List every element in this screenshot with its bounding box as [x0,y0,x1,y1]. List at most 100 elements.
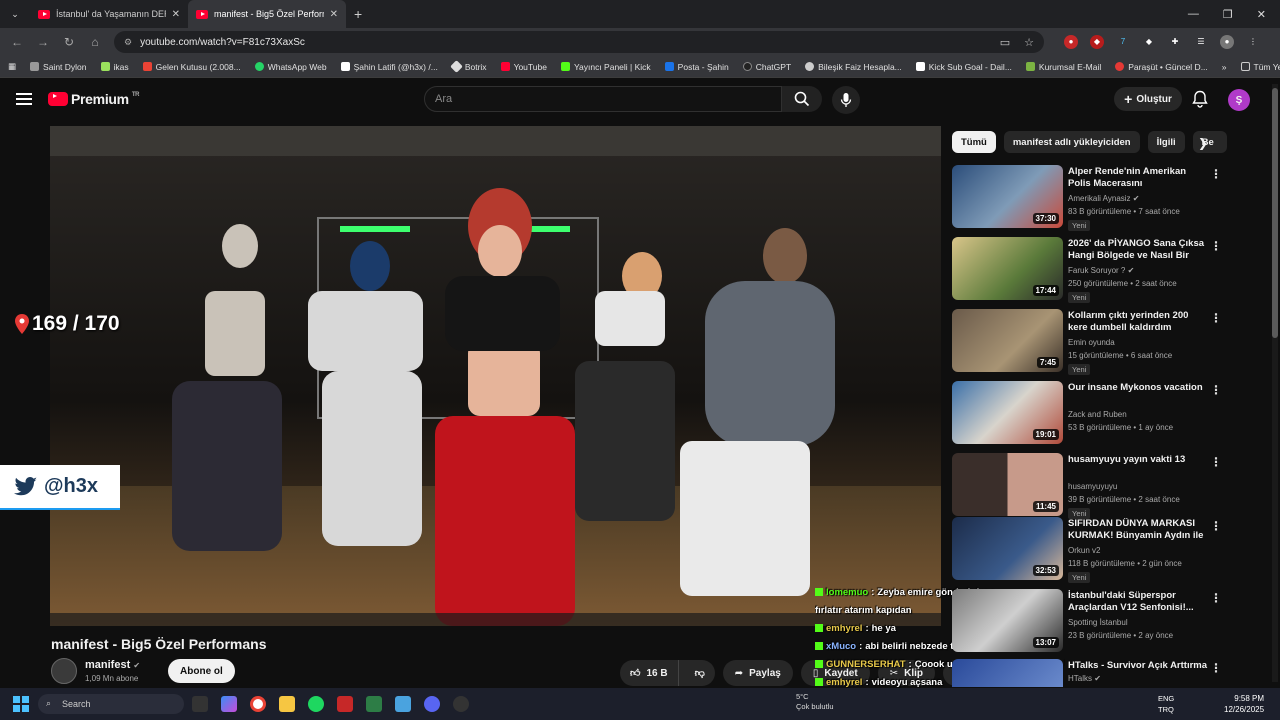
app-icon[interactable] [337,696,353,712]
channel-name[interactable]: manifest ✔ [85,659,140,671]
weather-widget[interactable]: 5°C Çok bulutlu [796,692,834,712]
more-vert-icon[interactable]: ⋮ [1210,455,1222,469]
youtube-premium-logo[interactable]: Premium TR [48,91,140,107]
spotify-icon[interactable] [308,696,324,712]
notifications-button[interactable] [1192,90,1208,113]
search-button[interactable] [782,86,822,112]
rec-thumbnail[interactable]: 11:45 [952,453,1063,516]
discord-icon[interactable] [424,696,440,712]
video-player[interactable] [50,126,941,626]
more-bookmarks-icon[interactable]: » [1222,62,1227,72]
new-tab-button[interactable]: + [346,0,376,28]
bookmark-item[interactable]: Şahin Latifi (@h3x) /... [340,62,438,72]
bookmark-item[interactable]: Kick Sub Goal - Dail... [915,62,1012,72]
rec-title[interactable]: Our insane Mykonos vacation [1068,382,1208,394]
browser-tab-1[interactable]: İstanbul' da Yaşamanın DERTLE ✕ [30,0,188,28]
rec-channel[interactable]: Emin oyunda [1068,338,1115,347]
rec-item[interactable]: 37:30 Alper Rende'nin Amerikan Polis Mac… [952,165,1222,231]
rec-channel[interactable]: Spotting İstanbul [1068,618,1128,627]
site-info-icon[interactable]: ⚙ [124,37,132,48]
taskbar-search[interactable]: ⌕ Search [38,694,184,714]
rec-item[interactable]: 17:44 2026' da PİYANGO Sana Çıksa Hangi … [952,237,1222,303]
rec-channel[interactable]: HTalks ✔ [1068,674,1101,683]
bookmark-item[interactable]: Yayıncı Paneli | Kick [560,62,651,72]
reading-list-icon[interactable]: ☰ [1194,35,1208,49]
bookmark-item[interactable]: Paraşüt • Güncel D... [1115,62,1208,72]
back-icon[interactable]: ← [10,35,24,49]
copilot-icon[interactable] [221,696,237,712]
bookmark-item[interactable]: Gelen Kutusu (2.008... [142,62,241,72]
bookmark-item[interactable]: WhatsApp Web [254,62,327,72]
rec-channel[interactable]: husamyuyuyu [1068,482,1117,491]
task-view-icon[interactable] [192,696,208,712]
rec-item[interactable]: 19:01 Our insane Mykonos vacation Zack a… [952,381,1222,445]
extension-icon[interactable]: ● [1064,35,1078,49]
rec-title[interactable]: Kollarım çıktı yerinden 200 kere dumbell… [1068,310,1208,334]
system-clock[interactable]: 9:58 PM 12/26/2025 [1224,693,1264,715]
more-vert-icon[interactable]: ⋮ [1210,591,1222,605]
profile-icon[interactable]: ● [1220,35,1234,49]
more-vert-icon[interactable]: ⋮ [1210,311,1222,325]
rec-title[interactable]: HTalks - Survivor Açık Arttırma [1068,660,1208,672]
like-button[interactable]: 👍︎ 16 B [620,660,679,686]
more-vert-icon[interactable]: ⋮ [1210,519,1222,533]
bookmark-star-icon[interactable]: ☆ [1024,36,1034,49]
reload-icon[interactable]: ↻ [62,35,76,49]
file-explorer-icon[interactable] [279,696,295,712]
extension-icon[interactable]: ◆ [1090,35,1104,49]
minimize-icon[interactable]: — [1188,8,1199,21]
rec-title[interactable]: SIFIRDAN DÜNYA MARKASI KURMAK! Bünyamin … [1068,518,1208,543]
extension-icon[interactable]: ◆ [1142,35,1156,49]
subscribe-button[interactable]: Abone ol [168,659,235,683]
more-vert-icon[interactable]: ⋮ [1246,35,1260,49]
chevron-right-icon[interactable]: ❯ [1198,136,1208,150]
channel-avatar[interactable] [51,658,77,684]
scrollbar-thumb[interactable] [1272,88,1278,338]
rec-item[interactable]: 7:45 Kollarım çıktı yerinden 200 kere du… [952,309,1222,375]
dislike-button[interactable]: 👎︎ [685,667,715,679]
restore-icon[interactable]: ❐ [1223,8,1233,21]
puzzle-icon[interactable]: ✚ [1168,35,1182,49]
rec-channel[interactable]: Faruk Soruyor ? ✔ [1068,266,1134,275]
bookmark-item[interactable]: ikas [100,62,129,72]
rec-title[interactable]: İstanbul'daki Süperspor Araçlardan V12 S… [1068,590,1208,614]
rec-title[interactable]: Alper Rende'nin Amerikan Polis Macerasın… [1068,166,1208,191]
cast-icon[interactable]: ▭ [1000,36,1010,49]
omnibox[interactable]: ⚙ youtube.com/watch?v=F81c73XaxSc ▭ ☆ [114,31,1044,53]
bookmark-item[interactable]: Kurumsal E-Mail [1025,62,1101,72]
page-scrollbar[interactable] [1272,84,1278,682]
rec-item[interactable]: 32:53 SIFIRDAN DÜNYA MARKASI KURMAK! Bün… [952,517,1222,583]
close-tab-icon[interactable]: ✕ [172,9,180,20]
rec-thumbnail[interactable]: 13:07 [952,589,1063,652]
bookmark-item[interactable]: Posta - Şahin [664,62,729,72]
rec-thumbnail[interactable]: 7:45 [952,309,1063,372]
bookmark-item[interactable]: Bileşik Faiz Hesapla... [805,62,902,72]
extension-icon[interactable]: 7 [1116,35,1130,49]
chip-related[interactable]: İlgili [1147,131,1185,153]
rec-item[interactable]: 13:07 İstanbul'daki Süperspor Araçlardan… [952,589,1222,653]
account-avatar[interactable]: Ş [1228,89,1250,111]
forward-icon[interactable]: → [36,35,50,49]
voice-search-button[interactable] [832,86,860,114]
tab-menu-button[interactable]: ⌄ [0,0,30,28]
more-vert-icon[interactable]: ⋮ [1210,383,1222,397]
app-icon[interactable] [453,696,469,712]
rec-thumbnail[interactable]: 37:30 [952,165,1063,228]
rec-thumbnail[interactable]: 19:01 [952,381,1063,444]
rec-thumbnail[interactable] [952,659,1063,687]
chip-all[interactable]: Tümü [952,131,996,153]
language-indicator[interactable]: ENG TRQ [1158,693,1174,715]
create-button[interactable]: + Oluştur [1114,87,1182,111]
chip-uploader[interactable]: manifest adlı yükleyiciden [1003,131,1140,153]
app-icon[interactable] [366,696,382,712]
windows-start-icon[interactable] [13,696,29,712]
more-vert-icon[interactable]: ⋮ [1210,239,1222,253]
more-vert-icon[interactable]: ⋮ [1210,167,1222,181]
apps-icon[interactable]: ▦ [8,61,16,72]
rec-thumbnail[interactable]: 32:53 [952,517,1063,580]
app-icon[interactable] [395,696,411,712]
chrome-icon[interactable] [250,696,266,712]
share-button[interactable]: ➦ Paylaş [722,660,793,686]
close-window-icon[interactable]: ✕ [1257,8,1266,21]
rec-item[interactable]: 11:45 husamyuyu yayın vakti 13 husamyuyu… [952,453,1222,519]
